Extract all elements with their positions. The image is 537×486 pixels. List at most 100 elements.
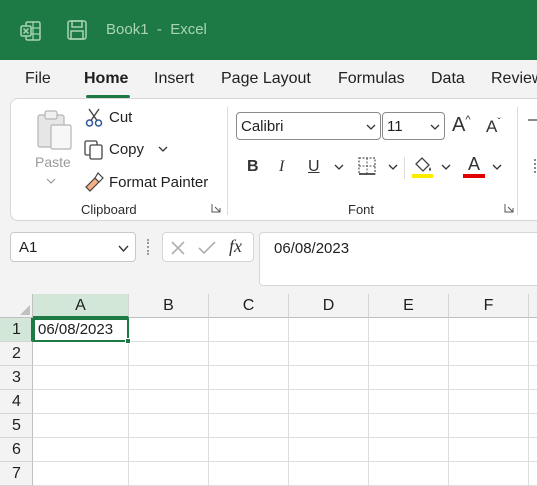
grid-cell[interactable]: [289, 318, 369, 342]
grid-cell[interactable]: [369, 366, 449, 390]
cancel-icon[interactable]: [170, 240, 186, 256]
grid-cell[interactable]: [209, 438, 289, 462]
grid-cell[interactable]: [129, 318, 209, 342]
grow-font-button[interactable]: A^: [452, 114, 471, 137]
row-header[interactable]: 7: [0, 462, 33, 486]
grid-cell[interactable]: [209, 366, 289, 390]
shrink-font-button[interactable]: Aˇ: [486, 117, 501, 137]
paste-icon[interactable]: [35, 109, 75, 151]
format-painter-button[interactable]: Format Painter: [109, 174, 208, 191]
grid-cell[interactable]: [529, 438, 537, 462]
grid-cell[interactable]: [369, 390, 449, 414]
select-all-corner[interactable]: [0, 294, 33, 318]
insert-function-button[interactable]: fx: [229, 236, 242, 257]
grid-cell[interactable]: [449, 366, 529, 390]
row-header[interactable]: 5: [0, 414, 33, 438]
save-icon[interactable]: [66, 19, 88, 41]
tab-data[interactable]: Data: [431, 70, 465, 88]
column-header[interactable]: [529, 294, 537, 318]
font-color-button[interactable]: A: [468, 154, 480, 175]
font-dialog-launcher-icon[interactable]: [504, 203, 514, 213]
grid-cell[interactable]: [369, 342, 449, 366]
column-header[interactable]: A: [33, 294, 129, 318]
grid-cell[interactable]: [129, 462, 209, 486]
grid-cell[interactable]: [129, 390, 209, 414]
grid-cell[interactable]: [449, 318, 529, 342]
grid-cell[interactable]: [33, 438, 129, 462]
grid-cell[interactable]: [529, 318, 537, 342]
grid-cell[interactable]: [33, 414, 129, 438]
grid-cell[interactable]: [369, 414, 449, 438]
grid-cell[interactable]: [289, 390, 369, 414]
fill-color-icon[interactable]: [411, 154, 435, 180]
cut-icon[interactable]: [85, 108, 103, 128]
tab-formulas[interactable]: Formulas: [338, 70, 405, 88]
formula-bar-grip-icon[interactable]: [147, 239, 149, 255]
grid-cell[interactable]: [369, 318, 449, 342]
grid-cell[interactable]: [33, 390, 129, 414]
format-painter-icon[interactable]: [83, 171, 105, 193]
align-more-icon[interactable]: [534, 159, 536, 173]
column-header[interactable]: B: [129, 294, 209, 318]
tab-file[interactable]: File: [25, 70, 51, 88]
borders-icon[interactable]: [357, 156, 377, 176]
borders-chevron-down-icon[interactable]: [388, 163, 398, 171]
column-header[interactable]: F: [449, 294, 529, 318]
grid-cell[interactable]: [529, 414, 537, 438]
copy-chevron-down-icon[interactable]: [158, 145, 168, 153]
grid-cell[interactable]: [449, 390, 529, 414]
grid-cell[interactable]: [289, 366, 369, 390]
cut-button[interactable]: Cut: [109, 109, 132, 126]
grid-cell[interactable]: [369, 462, 449, 486]
tab-insert[interactable]: Insert: [154, 70, 194, 88]
column-header[interactable]: E: [369, 294, 449, 318]
grid-cell[interactable]: [289, 414, 369, 438]
row-header[interactable]: 3: [0, 366, 33, 390]
grid-cell[interactable]: [129, 438, 209, 462]
grid-cell[interactable]: [529, 342, 537, 366]
row-header[interactable]: 4: [0, 390, 33, 414]
tab-home[interactable]: Home: [84, 70, 128, 88]
paste-button[interactable]: Paste: [35, 154, 71, 170]
formula-input[interactable]: 06/08/2023: [259, 232, 537, 286]
grid-cell[interactable]: [529, 390, 537, 414]
grid-cell[interactable]: [209, 462, 289, 486]
font-color-chevron-down-icon[interactable]: [492, 163, 502, 171]
clipboard-dialog-launcher-icon[interactable]: [211, 203, 221, 213]
grid-cell[interactable]: [289, 462, 369, 486]
bold-button[interactable]: B: [247, 158, 259, 176]
grid-cell[interactable]: [209, 318, 289, 342]
fill-color-chevron-down-icon[interactable]: [441, 163, 451, 171]
tab-page-layout[interactable]: Page Layout: [221, 70, 311, 88]
grid-cell[interactable]: [209, 414, 289, 438]
name-box[interactable]: A1: [10, 232, 136, 262]
enter-check-icon[interactable]: [198, 240, 216, 256]
row-header[interactable]: 1: [0, 318, 33, 342]
grid-cell[interactable]: [529, 462, 537, 486]
grid-cell[interactable]: [129, 414, 209, 438]
grid-cell[interactable]: [209, 390, 289, 414]
copy-icon[interactable]: [83, 139, 105, 161]
grid-cell[interactable]: [129, 366, 209, 390]
italic-button[interactable]: I: [279, 158, 284, 176]
grid-cell[interactable]: [449, 462, 529, 486]
grid-cell[interactable]: [369, 438, 449, 462]
grid-cell[interactable]: [289, 342, 369, 366]
grid-cell[interactable]: [33, 366, 129, 390]
grid-cell[interactable]: [449, 438, 529, 462]
cell-a1[interactable]: 06/08/2023: [33, 318, 129, 342]
font-family-select[interactable]: Calibri: [236, 112, 381, 140]
column-header[interactable]: D: [289, 294, 369, 318]
grid-cell[interactable]: [529, 366, 537, 390]
paste-chevron-down-icon[interactable]: [46, 177, 56, 185]
grid-cell[interactable]: [449, 414, 529, 438]
grid-cell[interactable]: [209, 342, 289, 366]
row-header[interactable]: 6: [0, 438, 33, 462]
underline-chevron-down-icon[interactable]: [334, 163, 344, 171]
grid-cell[interactable]: [449, 342, 529, 366]
copy-button[interactable]: Copy: [109, 141, 144, 158]
grid-cell[interactable]: [129, 342, 209, 366]
column-header[interactable]: C: [209, 294, 289, 318]
grid-cell[interactable]: [33, 462, 129, 486]
grid-cell[interactable]: [289, 438, 369, 462]
